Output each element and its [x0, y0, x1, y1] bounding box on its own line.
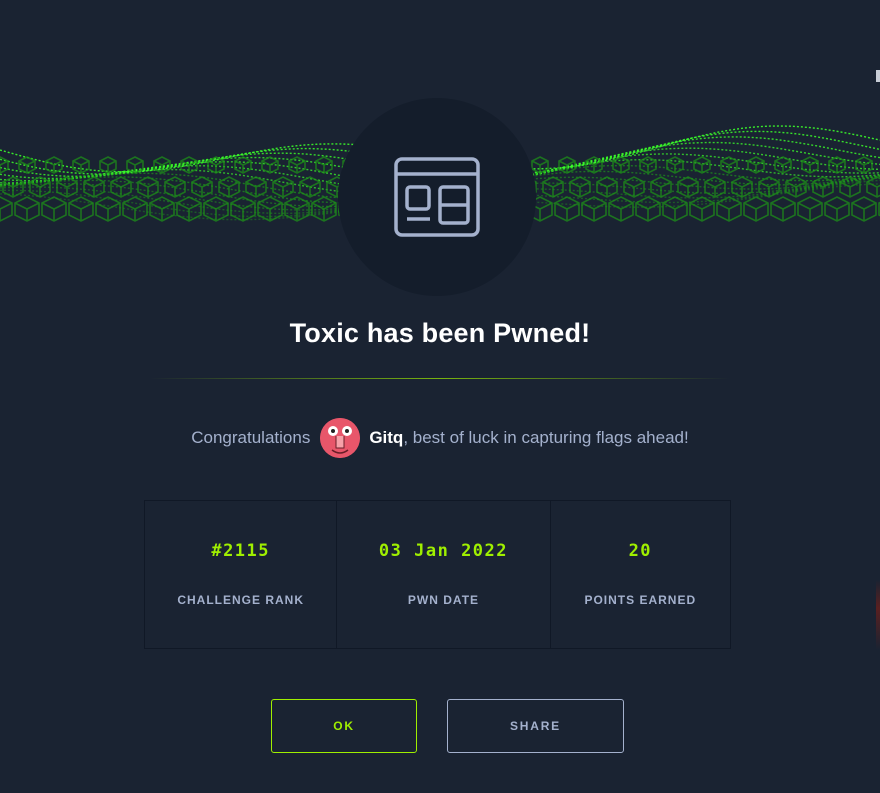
- banner-cube: [176, 196, 202, 222]
- banner-cube: [731, 176, 753, 198]
- title-divider: [150, 378, 730, 379]
- banner-cube: [299, 176, 321, 198]
- stat-label: POINTS EARNED: [584, 593, 697, 607]
- banner-cube: [596, 176, 618, 198]
- banner-cube: [191, 176, 213, 198]
- banner-cube: [234, 156, 252, 174]
- banner-cube: [203, 196, 229, 222]
- banner-cube: [689, 196, 715, 222]
- stat-label: PWN DATE: [407, 593, 480, 607]
- banner-cube: [14, 196, 40, 222]
- banner-cube: [650, 176, 672, 198]
- stat-challenge-rank: #2115 CHALLENGE RANK: [145, 501, 338, 648]
- banner-cube: [581, 196, 607, 222]
- banner-cube: [311, 196, 337, 222]
- banner-cube: [122, 196, 148, 222]
- banner-cube: [770, 196, 796, 222]
- stat-value: 20: [628, 541, 653, 561]
- share-button[interactable]: SHARE: [447, 699, 624, 753]
- banner-cube: [635, 196, 661, 222]
- user-avatar-icon[interactable]: [320, 418, 361, 458]
- banner-cube: [585, 156, 603, 174]
- banner-cube: [68, 196, 94, 222]
- banner-cube: [851, 196, 877, 222]
- banner-cube: [797, 196, 823, 222]
- banner-cube: [110, 176, 132, 198]
- banner-cube: [720, 156, 738, 174]
- banner-cube: [801, 156, 819, 174]
- banner-cube: [288, 156, 306, 174]
- stat-label: CHALLENGE RANK: [177, 593, 304, 607]
- congrats-suffix: , best of luck in capturing flags ahead!: [403, 428, 689, 447]
- banner-cube: [0, 196, 13, 222]
- congrats-message: Congratulations Gitq , best of luck in c…: [0, 418, 880, 458]
- stat-value: 03 Jan 2022: [378, 541, 509, 561]
- banner-cube: [747, 156, 765, 174]
- scrollbar-thumb[interactable]: [876, 70, 880, 82]
- ok-button[interactable]: OK: [271, 699, 417, 753]
- banner-cube: [218, 176, 240, 198]
- banner-cube: [149, 196, 175, 222]
- banner-cube: [56, 176, 78, 198]
- modal-top-strip: [0, 0, 880, 100]
- stat-value: #2115: [211, 541, 271, 561]
- banner-cube: [828, 156, 846, 174]
- banner-cube: [839, 176, 861, 198]
- banner-cube: [99, 156, 117, 174]
- banner-cube: [95, 196, 121, 222]
- background-edge: [876, 580, 880, 650]
- banner-cube: [662, 196, 688, 222]
- banner-cube: [126, 156, 144, 174]
- banner-cube: [666, 156, 684, 174]
- challenge-icon-circle: [338, 98, 536, 296]
- banner-cube: [83, 176, 105, 198]
- banner-cube: [284, 196, 310, 222]
- banner-cube: [72, 156, 90, 174]
- banner-cube: [693, 156, 711, 174]
- banner-cube: [542, 176, 564, 198]
- banner-cube: [272, 176, 294, 198]
- browser-window-icon: [394, 157, 480, 237]
- stat-points-earned: 20 POINTS EARNED: [551, 501, 730, 648]
- banner-cube: [230, 196, 256, 222]
- banner-cube: [677, 176, 699, 198]
- banner-cube: [623, 176, 645, 198]
- congrats-prefix: Congratulations: [191, 428, 311, 447]
- banner-cube: [41, 196, 67, 222]
- banner-cube: [855, 156, 873, 174]
- banner-cube: [137, 176, 159, 198]
- banner-cube: [824, 196, 850, 222]
- banner-cube: [531, 156, 549, 174]
- banner-cube: [569, 176, 591, 198]
- pwned-modal: Toxic has been Pwned! Congratulations Gi…: [0, 0, 880, 793]
- banner-cube: [18, 156, 36, 174]
- stat-pwn-date: 03 Jan 2022 PWN DATE: [337, 501, 551, 648]
- banner-cube: [743, 196, 769, 222]
- banner-cube: [758, 176, 780, 198]
- stats-panel: #2115 CHALLENGE RANK 03 Jan 2022 PWN DAT…: [144, 500, 731, 649]
- banner-cube: [315, 156, 333, 174]
- banner-cube: [866, 176, 880, 198]
- banner-cube: [554, 196, 580, 222]
- username[interactable]: Gitq: [369, 428, 403, 448]
- modal-title: Toxic has been Pwned!: [289, 318, 591, 348]
